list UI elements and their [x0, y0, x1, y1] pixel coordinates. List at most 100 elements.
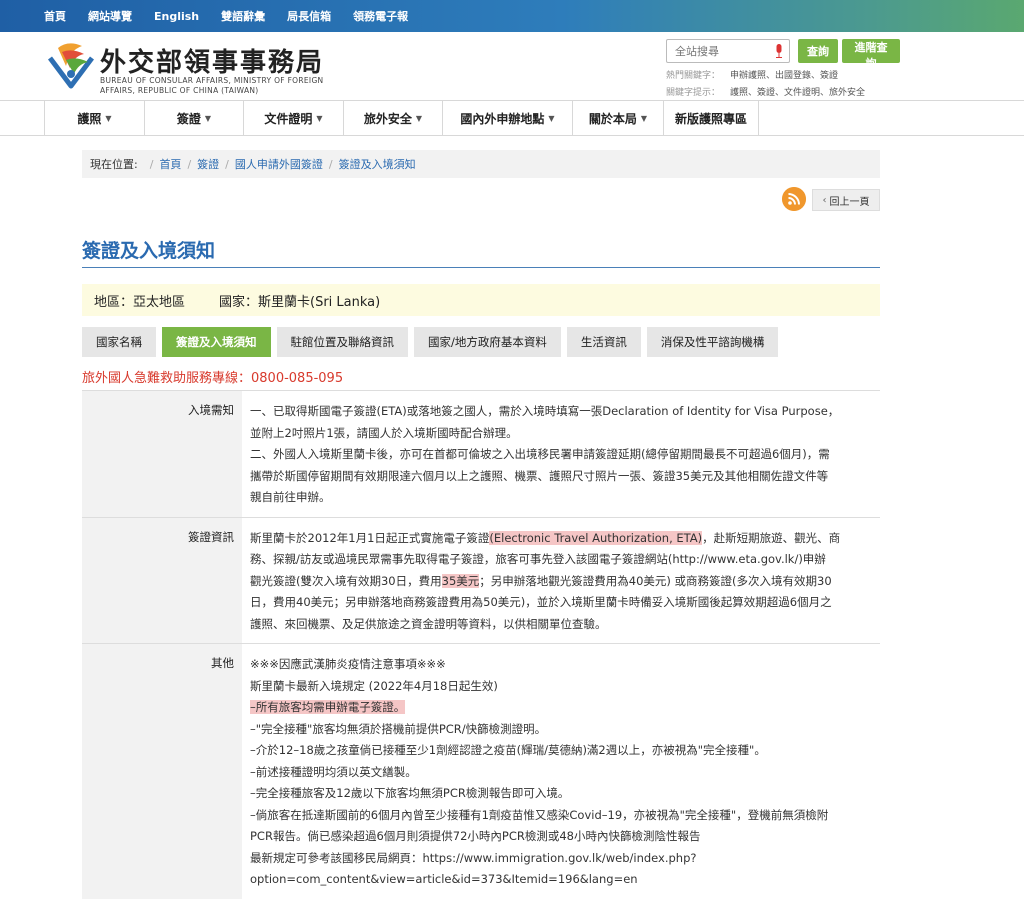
site-subtitle: BUREAU OF CONSULAR AFFAIRS, MINISTRY OF … [100, 76, 323, 96]
breadcrumb-separator: / [187, 157, 192, 171]
row-header-entry: 入境需知 [82, 391, 242, 517]
back-button-label: 回上一頁 [829, 196, 870, 208]
search-button[interactable]: 查詢 [798, 39, 838, 63]
region-country-bar: 地區：亞太地區 國家：斯里蘭卡(Sri Lanka) [82, 284, 880, 316]
chevron-down-icon: ▼ [548, 113, 555, 123]
site-subtitle-line: AFFAIRS, REPUBLIC OF CHINA (TAIWAN) [100, 86, 259, 95]
nav-item-label: 旅外安全 [363, 111, 412, 126]
text-line: –倘旅客在抵達斯國前的6個月內曾至少接種有1劑疫苗惟又感染Covid–19，亦被… [250, 807, 829, 822]
text-line: ※※※因應武漢肺炎疫情注意事項※※※ [250, 657, 446, 671]
table-row: 入境需知 一、已取得斯國電子簽證(ETA)或落地簽之國人，需於入境時填寫一張De… [82, 391, 880, 518]
chevron-down-icon: ▼ [415, 113, 423, 123]
text-line: 二、外國人入境斯里蘭卡後，亦可在首都可倫坡之入出境移民署申請簽證延期(總停留期間… [250, 447, 830, 461]
chevron-down-icon: ▼ [640, 113, 648, 123]
top-link-english[interactable]: English [154, 10, 199, 23]
text-line: 斯里蘭卡於2012年1月1日起正式實施電子簽證(Electronic Trave… [250, 528, 870, 550]
text-line[interactable]: 最新規定可參考該國移民局網頁：https://www.immigration.g… [250, 848, 870, 870]
tab-living-info[interactable]: 生活資訊 [566, 327, 641, 357]
text-segment: 觀光簽證(雙次入境有效期30日，費用 [250, 573, 442, 588]
highlight-e-visa-required: –所有旅客均需申辦電子簽證。 [250, 700, 406, 714]
highlight-eta: (Electronic Travel Authorization, ETA) [489, 530, 703, 545]
tab-visa-entry[interactable]: 簽證及入境須知 [162, 327, 271, 357]
site-subtitle-line: BUREAU OF CONSULAR AFFAIRS, MINISTRY OF … [100, 76, 324, 85]
breadcrumb-visa[interactable]: 簽證 [197, 156, 219, 172]
rss-icon[interactable] [782, 187, 806, 211]
tab-government-info[interactable]: 國家/地方政府基本資料 [414, 327, 561, 357]
nav-item-passport[interactable]: 護照 ▼ [44, 101, 145, 135]
top-link-home[interactable]: 首頁 [44, 8, 66, 24]
advanced-search-button[interactable]: 進階查詢 [842, 39, 900, 70]
text-line: 一、已取得斯國電子簽證(ETA)或落地簽之國人，需於入境時填寫一張Declara… [250, 404, 840, 418]
text-line: 攜帶於斯國停留期間有效期限達六個月以上之護照、機票、護照尺寸照片一張、簽證35美… [250, 468, 829, 483]
breadcrumb-home[interactable]: 首頁 [159, 156, 181, 172]
row-content-visa: 斯里蘭卡於2012年1月1日起正式實施電子簽證(Electronic Trave… [242, 518, 880, 644]
nav-item-locations[interactable]: 國內外申辦地點 ▼ [443, 101, 573, 135]
nav-item-label: 文件證明 [264, 111, 313, 126]
nav-item-documents[interactable]: 文件證明 ▼ [244, 101, 344, 135]
text-line: –所有旅客均需申辦電子簽證。 [250, 697, 870, 719]
row-content-entry: 一、已取得斯國電子簽證(ETA)或落地簽之國人，需於入境時填寫一張Declara… [242, 391, 880, 517]
page-title: 簽證及入境須知 [82, 240, 216, 262]
chevron-down-icon: ▼ [204, 113, 212, 123]
country-label: 國家：斯里蘭卡(Sri Lanka) [219, 294, 381, 310]
text-line: 護照、來回機票、及足供旅途之資金證明等資料，以供相關單位查驗。 [250, 616, 607, 631]
breadcrumb-current[interactable]: 簽證及入境須知 [339, 156, 416, 172]
chevron-left-icon: ‹ [822, 194, 827, 206]
main-nav: 護照 ▼ 簽證 ▼ 文件證明 ▼ 旅外安全 ▼ 國內外申辦地點 ▼ 關於本局 ▼ 新版護照專… [0, 100, 1024, 136]
breadcrumb-foreign-visa[interactable]: 國人申請外國簽證 [235, 156, 323, 172]
top-link-newsletter[interactable]: 領務電子報 [353, 8, 408, 24]
title-divider [82, 267, 880, 268]
row-header-visa: 簽證資訊 [82, 517, 242, 643]
breadcrumb-label: 現在位置: [90, 158, 138, 171]
microphone-icon[interactable] [775, 44, 783, 58]
text-segment: 斯里蘭卡於2012年1月1日起正式實施電子簽證 [250, 530, 490, 545]
text-line: 斯里蘭卡最新入境規定 (2022年4月18日起生效) [250, 678, 498, 693]
row-header-other: 其他 [82, 644, 242, 899]
text-line: PCR報告。倘已感染超過6個月則須提供72小時內PCR檢測或48小時內快篩檢測陰… [250, 829, 701, 843]
top-utility-bar: 首頁 網站導覽 English 雙語辭彙 局長信箱 領務電子報 [0, 0, 1024, 32]
country-tabs: 國家名稱 簽證及入境須知 駐館位置及聯絡資訊 國家/地方政府基本資料 生活資訊 … [82, 327, 784, 357]
text-segment: ；另申辦落地觀光簽證費用為40美元) 或商務簽證(多次入境有效期30 [479, 573, 832, 588]
nav-item-label: 簽證 [176, 111, 201, 126]
emergency-hotline: 旅外國人急難救助服務專線：0800-085-095 [82, 371, 344, 386]
region-label: 地區：亞太地區 [94, 294, 186, 310]
text-line: 觀光簽證(雙次入境有效期30日，費用35美元；另申辦落地觀光簽證費用為40美元)… [250, 571, 870, 593]
chevron-down-icon: ▼ [105, 113, 112, 123]
keyword-hints-label: 關鍵字提示： [666, 88, 721, 98]
search-hints: 熱門關鍵字： 申辦護照、出國登錄、簽證 關鍵字提示： 護照、簽證、文件證明、旅外安全 [666, 68, 865, 102]
nav-item-new-passport[interactable]: 新版護照專區 [664, 101, 759, 135]
nav-item-label: 國內外申辦地點 [460, 111, 545, 126]
bureau-logo-icon[interactable] [44, 38, 98, 92]
site-title[interactable]: 外交部領事事務局 [100, 42, 324, 79]
text-line[interactable]: option=com_content&view=article&id=373&I… [250, 869, 870, 891]
keyword-hints[interactable]: 護照、簽證、文件證明、旅外安全 [730, 88, 865, 98]
nav-item-label: 新版護照專區 [674, 111, 747, 126]
site-header: 外交部領事事務局 BUREAU OF CONSULAR AFFAIRS, MIN… [0, 32, 1024, 100]
row-content-other: ※※※因應武漢肺炎疫情注意事項※※※ 斯里蘭卡最新入境規定 (2022年4月18… [242, 644, 880, 899]
text-line: 親自前往申辦。 [250, 490, 331, 504]
site-search-input[interactable] [667, 40, 767, 62]
visa-info-table: 入境需知 一、已取得斯國電子簽證(ETA)或落地簽之國人，需於入境時填寫一張De… [82, 390, 880, 899]
hot-keywords-label: 熱門關鍵字： [666, 71, 721, 81]
text-line: 日，費用40美元；另申辦落地商務簽證費用為50美元)，並於入境斯里蘭卡時備妥入境… [250, 595, 832, 609]
table-row: 其他 ※※※因應武漢肺炎疫情注意事項※※※ 斯里蘭卡最新入境規定 (2022年4… [82, 644, 880, 899]
nav-item-about[interactable]: 關於本局 ▼ [573, 101, 664, 135]
breadcrumb-separator: / [225, 157, 229, 171]
site-search-box [666, 39, 790, 63]
tab-embassy-contact[interactable]: 駐館位置及聯絡資訊 [276, 327, 408, 357]
breadcrumb-separator: / [328, 157, 333, 171]
top-link-sitemap[interactable]: 網站導覽 [88, 8, 132, 24]
nav-item-travel-safety[interactable]: 旅外安全 ▼ [344, 101, 443, 135]
nav-item-label: 護照 [77, 111, 102, 126]
breadcrumb-separator: / [149, 157, 154, 171]
breadcrumb: 現在位置: / 首頁 / 簽證 / 國人申請外國簽證 / 簽證及入境須知 [82, 150, 880, 178]
nav-item-visa[interactable]: 簽證 ▼ [145, 101, 244, 135]
hot-keywords[interactable]: 申辦護照、出國登錄、簽證 [730, 71, 838, 81]
nav-item-label: 關於本局 [588, 111, 637, 126]
top-link-glossary[interactable]: 雙語辭彙 [221, 8, 265, 24]
back-button[interactable]: ‹ 回上一頁 [812, 189, 880, 211]
tab-country-name[interactable]: 國家名稱 [82, 327, 156, 357]
tab-consumer-protection[interactable]: 消保及性平諮詢機構 [646, 327, 779, 357]
top-link-mailbox[interactable]: 局長信箱 [287, 8, 331, 24]
text-line: –完全接種旅客及12歲以下旅客均無須PCR檢測報告即可入境。 [250, 786, 570, 800]
